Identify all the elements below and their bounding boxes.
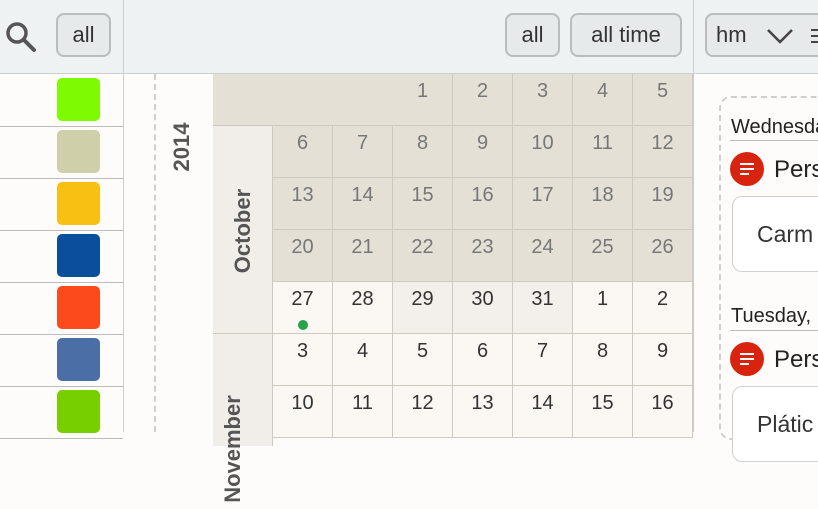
event-title[interactable]: Pers — [774, 156, 818, 184]
day-cell[interactable]: 30 — [453, 282, 513, 334]
day-cell[interactable]: 3 — [513, 74, 573, 126]
day-cell[interactable]: 11 — [333, 386, 393, 438]
day-cell[interactable]: 9 — [453, 126, 513, 178]
chevron-down-icon — [767, 29, 793, 44]
calendar-color-swatch[interactable] — [57, 78, 100, 121]
day-cell[interactable]: 19 — [633, 178, 693, 230]
day-cell[interactable]: 29 — [393, 282, 453, 334]
filter-all-button[interactable]: all — [56, 13, 111, 57]
day-cell[interactable]: 13 — [273, 178, 333, 230]
day-cell[interactable]: 1 — [573, 282, 633, 334]
month-label: November — [220, 395, 245, 503]
day-cell[interactable]: 15 — [393, 178, 453, 230]
day-cell[interactable]: 23 — [453, 230, 513, 282]
calendar-color-swatch[interactable] — [57, 130, 100, 173]
day-cell[interactable]: 8 — [393, 126, 453, 178]
day-cell[interactable]: 5 — [633, 74, 693, 126]
day-cell[interactable]: 3 — [273, 334, 333, 386]
divider — [123, 0, 124, 73]
day-cell[interactable]: 26 — [633, 230, 693, 282]
day-cell[interactable]: 10 — [273, 386, 333, 438]
day-cell[interactable]: 17 — [513, 178, 573, 230]
calendar-list-item[interactable] — [0, 126, 123, 179]
day-cell[interactable]: 25 — [573, 230, 633, 282]
divider — [730, 330, 818, 331]
calendar-color-swatch[interactable] — [57, 182, 100, 225]
event-card[interactable]: Carm — [732, 196, 818, 272]
event-notes-icon[interactable] — [730, 342, 764, 376]
calendar-color-swatch[interactable] — [57, 390, 100, 433]
calendar-color-swatch[interactable] — [57, 286, 100, 329]
day-cell[interactable]: 12 — [633, 126, 693, 178]
month-label: October — [230, 188, 255, 274]
day-cell[interactable]: 4 — [573, 74, 633, 126]
day-cell[interactable]: 8 — [573, 334, 633, 386]
search-icon[interactable] — [4, 20, 38, 54]
day-cell[interactable]: 27 — [273, 282, 333, 334]
day-cell[interactable]: 24 — [513, 230, 573, 282]
month-october-tail — [213, 334, 273, 386]
calendar-list-item[interactable] — [0, 230, 123, 283]
calendar-list-item[interactable] — [0, 74, 123, 127]
event-notes-icon[interactable] — [730, 152, 764, 186]
day-cell[interactable]: 12 — [393, 386, 453, 438]
day-cell[interactable]: 14 — [333, 178, 393, 230]
day-cell[interactable]: 20 — [273, 230, 333, 282]
calendar-list-item[interactable] — [0, 282, 123, 335]
year-divider — [154, 74, 156, 432]
day-cell[interactable]: 14 — [513, 386, 573, 438]
day-cell[interactable]: 13 — [453, 386, 513, 438]
calendar-color-swatch[interactable] — [57, 234, 100, 277]
menu-icon[interactable] — [811, 27, 818, 45]
event-indicator-dot — [298, 320, 308, 330]
empty-week-filler — [213, 74, 393, 126]
day-cell[interactable]: 16 — [453, 178, 513, 230]
agenda-day-label: Wednesday — [731, 116, 818, 138]
day-cell[interactable]: 9 — [633, 334, 693, 386]
event-title[interactable]: Pers — [774, 346, 818, 374]
day-cell[interactable]: 22 — [393, 230, 453, 282]
divider — [730, 140, 818, 141]
calendar-list-item[interactable] — [0, 178, 123, 231]
format-select[interactable]: hm — [705, 13, 818, 57]
day-cell[interactable]: 5 — [393, 334, 453, 386]
event-card[interactable]: Plátic — [732, 386, 818, 462]
year-column: 2014 — [124, 74, 214, 432]
day-cell[interactable]: 7 — [333, 126, 393, 178]
day-cell[interactable]: 6 — [273, 126, 333, 178]
day-cell[interactable]: 7 — [513, 334, 573, 386]
calendar-grid: October November 1 2 3 4 5 7 8 9 10 11 12 14 15 16 17 1… — [213, 74, 693, 503]
month-october[interactable]: October — [213, 126, 273, 334]
day-cell[interactable]: 16 — [633, 386, 693, 438]
month-november[interactable]: November — [213, 386, 273, 503]
day-cell[interactable]: 6 — [453, 334, 513, 386]
day-cell[interactable]: 1 — [393, 74, 453, 126]
calendar-list-sidebar — [0, 74, 124, 439]
range-all-button[interactable]: all — [505, 13, 560, 57]
calendar-list-item[interactable] — [0, 386, 123, 439]
day-cell[interactable]: 2 — [453, 74, 513, 126]
event-detail: Carm — [757, 221, 814, 247]
day-cell[interactable]: 28 — [333, 282, 393, 334]
day-cell[interactable]: 15 — [573, 386, 633, 438]
divider — [693, 0, 694, 73]
day-cell[interactable]: 18 — [573, 178, 633, 230]
day-cell[interactable]: 21 — [333, 230, 393, 282]
all-time-button[interactable]: all time — [570, 13, 682, 57]
agenda-panel: Wednesday Pers Carm Tuesday, Pers Plátic — [693, 74, 818, 462]
year-label: 2014 — [169, 122, 194, 172]
day-cell[interactable]: 2 — [633, 282, 693, 334]
day-cell[interactable]: 31 — [513, 282, 573, 334]
toolbar: all all all time hm — [0, 0, 818, 74]
event-detail: Plátic — [757, 411, 814, 437]
day-cell[interactable]: 4 — [333, 334, 393, 386]
agenda-day-label: Tuesday, — [731, 305, 812, 327]
calendar-color-swatch[interactable] — [57, 338, 100, 381]
calendar-list-item[interactable] — [0, 334, 123, 387]
day-cell[interactable]: 10 — [513, 126, 573, 178]
format-select-value: hm — [716, 22, 747, 47]
day-cell[interactable]: 11 — [573, 126, 633, 178]
